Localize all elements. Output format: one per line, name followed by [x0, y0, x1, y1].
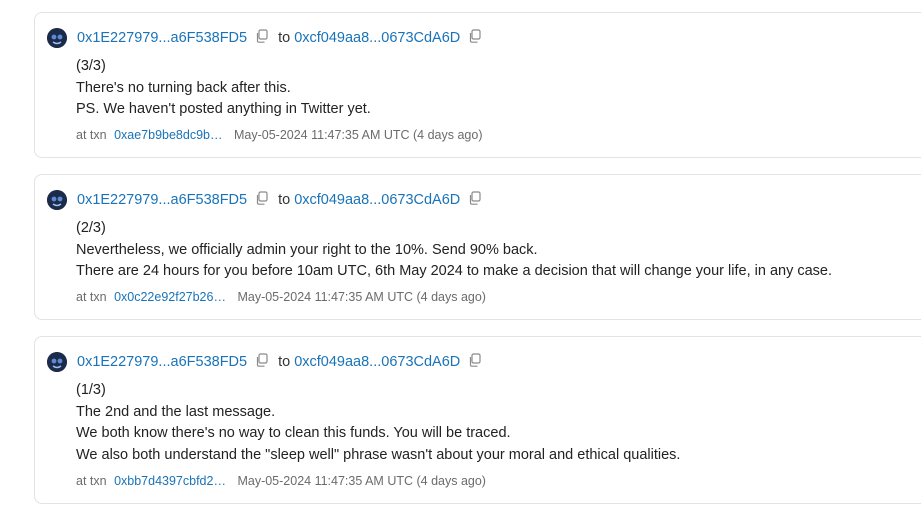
to-label: to — [278, 30, 291, 46]
from-address-link[interactable]: 0x1E227979...a6F538FD5 — [77, 354, 247, 370]
copy-icon[interactable] — [255, 352, 268, 372]
txn-hash-link[interactable]: 0xbb7d4397cbfd2… — [114, 474, 226, 488]
message-line: We both know there's no way to clean thi… — [76, 425, 511, 441]
message-meta: at txn 0xbb7d4397cbfd2… May-05-2024 11:4… — [76, 474, 486, 488]
txn-prefix: at txn — [76, 290, 107, 304]
to-label: to — [278, 354, 291, 370]
message-line: There are 24 hours for you before 10am U… — [76, 263, 833, 279]
message-header: 0x1E227979...a6F538FD5 to 0xcf049aa8...0… — [47, 189, 491, 211]
message-line: There's no turning back after this. — [76, 79, 291, 96]
message-line: We also both understand the "sleep well"… — [76, 446, 681, 463]
message-header: 0x1E227979...a6F538FD5 to 0xcf049aa8...0… — [47, 27, 491, 49]
message-card: 0x1E227979...a6F538FD5 to 0xcf049aa8...0… — [34, 336, 921, 504]
to-label: to — [278, 192, 291, 208]
copy-icon[interactable] — [468, 190, 481, 210]
message-body: (2/3) Nevertheless, we officially admin … — [76, 218, 832, 283]
from-address-link[interactable]: 0x1E227979...a6F538FD5 — [77, 192, 247, 208]
to-address-link[interactable]: 0xcf049aa8...0673CdA6D — [294, 30, 460, 46]
message-line: (3/3) — [76, 58, 106, 74]
txn-hash-link[interactable]: 0x0c22e92f27b26… — [114, 290, 226, 304]
message-timestamp: May-05-2024 11:47:35 AM UTC (4 days ago) — [233, 128, 483, 142]
message-timestamp: May-05-2024 11:47:35 AM UTC (4 days ago) — [237, 474, 486, 488]
message-body: (1/3) The 2nd and the last message. We b… — [76, 380, 680, 466]
copy-icon[interactable] — [468, 28, 481, 48]
to-address-link[interactable]: 0xcf049aa8...0673CdA6D — [294, 192, 460, 208]
message-line: Nevertheless, we officially admin your r… — [76, 241, 538, 258]
copy-icon[interactable] — [468, 352, 481, 372]
message-body: (3/3) There's no turning back after this… — [76, 56, 371, 121]
message-meta: at txn 0xae7b9be8dc9b… May-05-2024 11:47… — [76, 128, 483, 142]
message-line: PS. We haven't posted anything in Twitte… — [76, 101, 371, 117]
copy-icon[interactable] — [255, 28, 268, 48]
message-line: The 2nd and the last message. — [76, 403, 276, 420]
message-header: 0x1E227979...a6F538FD5 to 0xcf049aa8...0… — [47, 351, 491, 373]
avatar-icon[interactable] — [47, 352, 67, 372]
message-meta: at txn 0x0c22e92f27b26… May-05-2024 11:4… — [76, 290, 486, 304]
message-card: 0x1E227979...a6F538FD5 to 0xcf049aa8...0… — [34, 174, 921, 320]
from-address-link[interactable]: 0x1E227979...a6F538FD5 — [77, 30, 247, 46]
avatar-icon[interactable] — [47, 190, 67, 210]
txn-prefix: at txn — [76, 474, 107, 488]
copy-icon[interactable] — [255, 190, 268, 210]
message-line: (2/3) — [76, 220, 106, 236]
to-address-link[interactable]: 0xcf049aa8...0673CdA6D — [294, 354, 460, 370]
txn-hash-link[interactable]: 0xae7b9be8dc9b… — [114, 128, 222, 142]
message-card: 0x1E227979...a6F538FD5 to 0xcf049aa8...0… — [34, 12, 921, 158]
message-line: (1/3) — [76, 382, 106, 398]
txn-prefix: at txn — [76, 128, 107, 142]
message-timestamp: May-05-2024 11:47:35 AM UTC (4 days ago) — [237, 290, 486, 304]
avatar-icon[interactable] — [47, 28, 67, 48]
